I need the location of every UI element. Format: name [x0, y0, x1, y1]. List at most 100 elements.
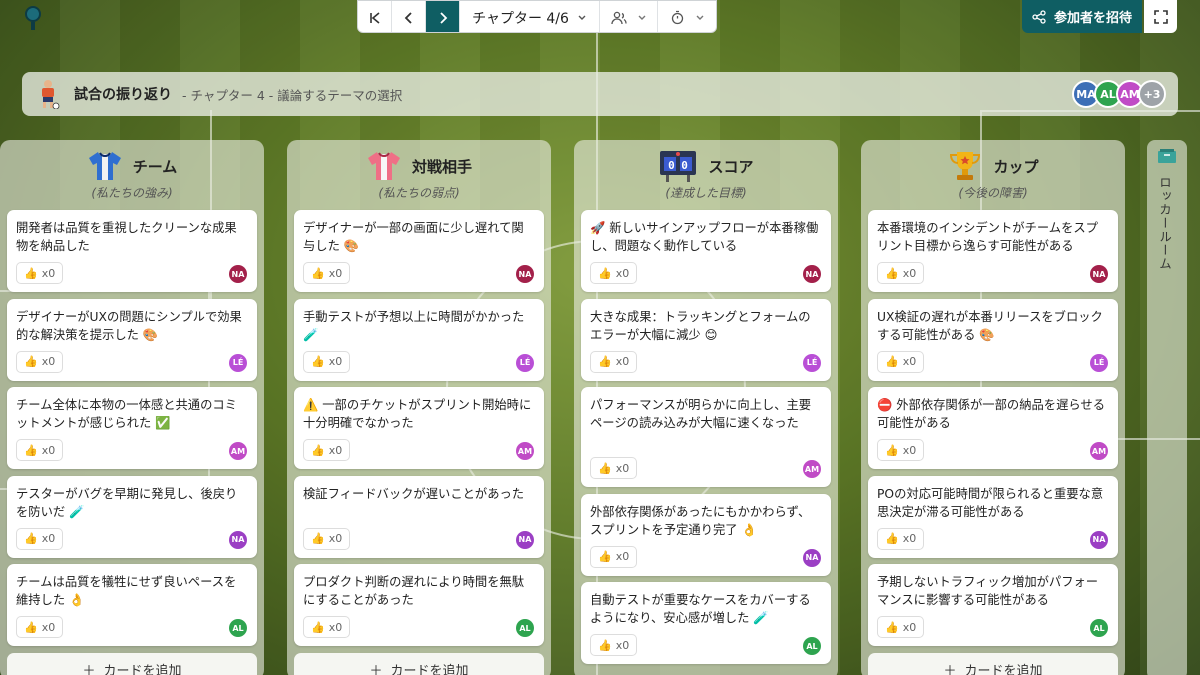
like-button[interactable]: 👍 x0 [16, 350, 64, 373]
retro-card[interactable]: 検証フィードバックが遅いことがあった 👍 x0 NA [294, 475, 544, 558]
thumbs-up-icon: 👍 [598, 355, 612, 368]
previous-chapter-button[interactable] [392, 1, 426, 32]
player-icon [36, 79, 60, 110]
like-count: x0 [902, 266, 917, 280]
chevron-down-icon [578, 15, 586, 20]
like-button[interactable]: 👍 x0 [877, 439, 925, 461]
chapter-toolbar: チャプター 4/6 [357, 0, 717, 33]
app-logo-icon [22, 6, 44, 32]
column-subtitle: (私たちの弱点) [378, 186, 460, 200]
jersey-blue-icon [88, 152, 121, 180]
like-button[interactable]: 👍 x0 [590, 457, 638, 479]
retro-card[interactable]: 手動テストが予想以上に時間がかかった 🧪 👍 x0 LÉ [294, 298, 544, 381]
card-text: 予期しないトラフィック増加がパフォーマンスに影響する可能性がある [877, 575, 1099, 607]
card-text: デザイナーがUXの問題にシンプルで効果的な解決策を提示した 🎨 [16, 309, 242, 342]
retro-card[interactable]: テスターがバグを早期に発見し、後戻りを防いだ 🧪 👍 x0 NA [7, 475, 257, 558]
retro-card[interactable]: 開発者は品質を重視したクリーンな成果物を納品した 👍 x0 NA [7, 210, 257, 292]
card-text: チームは品質を犠牲にせず良いペースを維持した 👌 [16, 575, 237, 607]
retro-card[interactable]: プロダクト判断の遅れにより時間を無駄にすることがあった 👍 x0 AL [294, 564, 544, 646]
like-button[interactable]: 👍 x0 [877, 616, 925, 638]
card-text: テスターがバグを早期に発見し、後戻りを防いだ 🧪 [16, 486, 238, 519]
chevron-down-icon [696, 15, 703, 20]
participants-dropdown[interactable] [600, 1, 658, 32]
retro-card[interactable]: 自動テストが重要なケースをカバーするようになり、安心感が増した 🧪 👍 x0 AL [581, 582, 831, 664]
like-button[interactable]: 👍 x0 [877, 262, 925, 284]
retro-card[interactable]: 外部依存関係があったにもかかわらず、スプリントを予定通り完了 👌 👍 x0 NA [581, 493, 831, 576]
like-button[interactable]: 👍 x0 [303, 350, 351, 373]
like-button[interactable]: 👍 x0 [16, 616, 64, 638]
like-count: x0 [41, 443, 56, 457]
skip-back-icon [369, 11, 380, 24]
like-button[interactable]: 👍 x0 [16, 262, 64, 284]
retro-card[interactable]: ⚠️ 一部のチケットがスプリント開始時に十分明確でなかった 👍 x0 AM [294, 387, 544, 469]
like-count: x0 [615, 266, 630, 280]
like-button[interactable]: 👍 x0 [303, 527, 351, 550]
author-avatar: LÉ [1090, 353, 1108, 372]
retro-card[interactable]: チーム全体に本物の一体感と共通のコミットメントが感じられた ✅ 👍 x0 AM [7, 387, 257, 469]
retro-card[interactable]: パフォーマンスが明らかに向上し、主要ページの読み込みが大幅に速くなった 👍 x0 … [581, 387, 831, 487]
like-count: x0 [328, 620, 343, 634]
column-title: スコア [708, 157, 754, 176]
retro-card[interactable]: デザイナーが一部の画面に少し遅れて関与した 🎨 👍 x0 NA [294, 210, 544, 292]
retro-card[interactable]: 大きな成果：トラッキングとフォームのエラーが大幅に減少 😊 👍 x0 LÉ [581, 298, 831, 381]
card-text: 🚀 新しいサインアップフローが本番稼働し、問題なく動作している [590, 221, 819, 253]
fullscreen-button[interactable] [1144, 0, 1177, 33]
invite-participants-button[interactable]: 参加者を招待 [1022, 0, 1142, 33]
like-count: x0 [615, 461, 630, 475]
like-button[interactable]: 👍 x0 [877, 350, 925, 373]
author-avatar: NA [803, 548, 821, 567]
plus-icon: ＋ [82, 664, 96, 675]
locker-room-label: ロッカールーム [1157, 176, 1172, 271]
participant-avatars[interactable]: MA AL AM +3 [1072, 80, 1166, 108]
like-button[interactable]: 👍 x0 [16, 527, 64, 550]
card-text: 外部依存関係があったにもかかわらず、スプリントを予定通り完了 👌 [590, 504, 811, 537]
like-button[interactable]: 👍 x0 [590, 545, 638, 568]
card-text: パフォーマンスが明らかに向上し、主要ページの読み込みが大幅に速くなった [590, 398, 812, 430]
column-cup: カップ (今後の障害) 本番環境のインシデントがチームをスプリント目標から逸らす… [861, 140, 1125, 675]
like-button[interactable]: 👍 x0 [303, 262, 351, 284]
author-avatar: LÉ [229, 353, 247, 372]
column-team: チーム (私たちの強み) 開発者は品質を重視したクリーンな成果物を納品した 👍 x… [0, 140, 264, 675]
card-text: 本番環境のインシデントがチームをスプリント目標から逸らす可能性がある [877, 221, 1098, 253]
add-card-button[interactable]: ＋ カードを追加 [868, 652, 1118, 675]
chapter-selector[interactable]: チャプター 4/6 [460, 1, 600, 32]
retro-card[interactable]: UX検証の遅れが本番リリースをブロックする可能性がある 🎨 👍 x0 LÉ [868, 298, 1118, 381]
card-text: 手動テストが予想以上に時間がかかった 🧪 [303, 309, 525, 342]
jersey-pink-icon [367, 152, 400, 180]
add-card-button[interactable]: ＋ カードを追加 [294, 652, 544, 675]
locker-room-panel[interactable]: ロッカールーム [1147, 140, 1187, 675]
locker-icon [1158, 149, 1176, 163]
next-chapter-button[interactable] [426, 1, 460, 32]
like-count: x0 [328, 355, 343, 368]
like-button[interactable]: 👍 x0 [590, 634, 638, 656]
like-button[interactable]: 👍 x0 [303, 616, 351, 638]
add-card-label: カードを追加 [103, 664, 182, 675]
retro-card[interactable]: 本番環境のインシデントがチームをスプリント目標から逸らす可能性がある 👍 x0 N… [868, 210, 1118, 292]
scoreboard-icon: 0 0 [660, 151, 697, 182]
thumbs-up-icon: 👍 [24, 443, 38, 457]
chevron-down-icon [638, 15, 645, 20]
add-card-button[interactable]: ＋ カードを追加 [7, 652, 257, 675]
more-participants-badge[interactable]: +3 [1138, 80, 1166, 108]
retro-card[interactable]: 予期しないトラフィック増加がパフォーマンスに影響する可能性がある 👍 x0 AL [868, 564, 1118, 646]
card-text: ⛔ 外部依存関係が一部の納品を遅らせる可能性がある [877, 398, 1106, 430]
retro-card[interactable]: POの対応可能時間が限られると重要な意思決定が滞る可能性がある 👍 x0 NA [868, 475, 1118, 558]
retro-card[interactable]: ⛔ 外部依存関係が一部の納品を遅らせる可能性がある 👍 x0 AM [868, 387, 1118, 469]
author-avatar: AL [516, 619, 534, 637]
add-card-label: カードを追加 [964, 664, 1043, 675]
thumbs-up-icon: 👍 [885, 355, 899, 368]
like-count: x0 [41, 620, 56, 634]
like-button[interactable]: 👍 x0 [877, 527, 925, 550]
like-button[interactable]: 👍 x0 [16, 439, 64, 461]
like-count: x0 [902, 532, 917, 545]
like-button[interactable]: 👍 x0 [590, 350, 638, 373]
like-button[interactable]: 👍 x0 [303, 439, 351, 461]
like-button[interactable]: 👍 x0 [590, 262, 638, 284]
retro-card[interactable]: チームは品質を犠牲にせず良いペースを維持した 👌 👍 x0 AL [7, 564, 257, 646]
timer-dropdown[interactable] [658, 1, 716, 32]
first-chapter-button[interactable] [358, 1, 392, 32]
thumbs-up-icon: 👍 [24, 532, 38, 545]
author-avatar: NA [229, 530, 247, 549]
retro-card[interactable]: デザイナーがUXの問題にシンプルで効果的な解決策を提示した 🎨 👍 x0 LÉ [7, 298, 257, 381]
retro-card[interactable]: 🚀 新しいサインアップフローが本番稼働し、問題なく動作している 👍 x0 NA [581, 210, 831, 292]
